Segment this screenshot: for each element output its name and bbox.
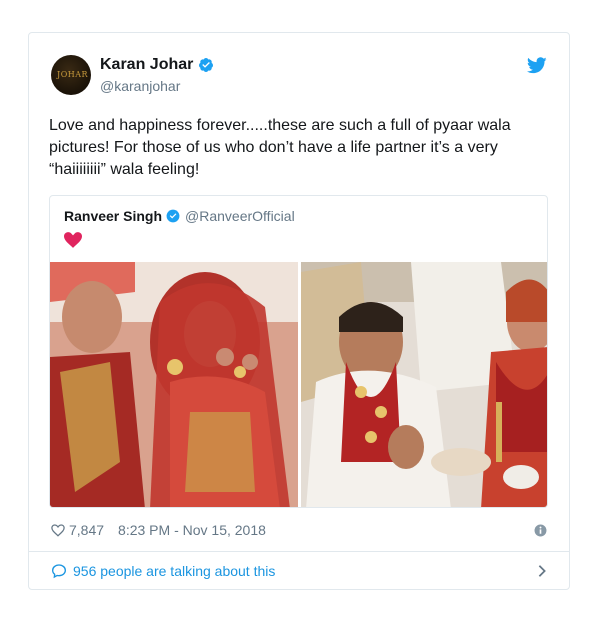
tweet-timestamp[interactable]: 8:23 PM - Nov 15, 2018	[118, 522, 266, 538]
author-avatar[interactable]: JOHAR	[51, 55, 91, 95]
info-icon[interactable]	[534, 524, 547, 537]
chevron-right-icon[interactable]	[537, 564, 547, 578]
quoted-tweet[interactable]: Ranveer Singh @RanveerOfficial	[49, 195, 548, 508]
avatar-logo-text: JOHAR	[57, 70, 89, 79]
quoted-header: Ranveer Singh @RanveerOfficial	[64, 208, 295, 224]
verified-badge-icon	[166, 209, 180, 223]
heart-outline-icon[interactable]	[51, 523, 65, 537]
card-divider	[29, 551, 569, 552]
tweet-text: Love and happiness forever.....these are…	[49, 117, 511, 178]
tweet-meta: 7,847 8:23 PM - Nov 15, 2018	[51, 522, 266, 538]
wedding-photo-right[interactable]	[301, 262, 547, 507]
quoted-handle[interactable]: @RanveerOfficial	[185, 208, 295, 224]
speech-bubble-icon	[51, 564, 67, 579]
quoted-display-name[interactable]: Ranveer Singh	[64, 208, 162, 224]
wedding-photo-left-art	[50, 262, 298, 507]
tweet-card: JOHAR Karan Johar @karanjohar Love and h…	[28, 32, 570, 590]
author-name-row[interactable]: Karan Johar	[100, 56, 214, 74]
author-handle[interactable]: @karanjohar	[100, 78, 180, 94]
like-count[interactable]: 7,847	[69, 522, 104, 538]
conversation-link[interactable]: 956 people are talking about this	[51, 563, 275, 579]
verified-badge-icon	[199, 58, 214, 72]
quoted-photos	[50, 262, 547, 507]
twitter-bird-icon[interactable]	[527, 57, 547, 74]
wedding-photo-right-art	[301, 262, 547, 507]
wedding-photo-left[interactable]	[50, 262, 298, 507]
author-display-name[interactable]: Karan Johar	[100, 56, 193, 74]
red-heart-icon	[64, 232, 82, 248]
talking-count-text[interactable]: 956 people are talking about this	[73, 563, 275, 579]
